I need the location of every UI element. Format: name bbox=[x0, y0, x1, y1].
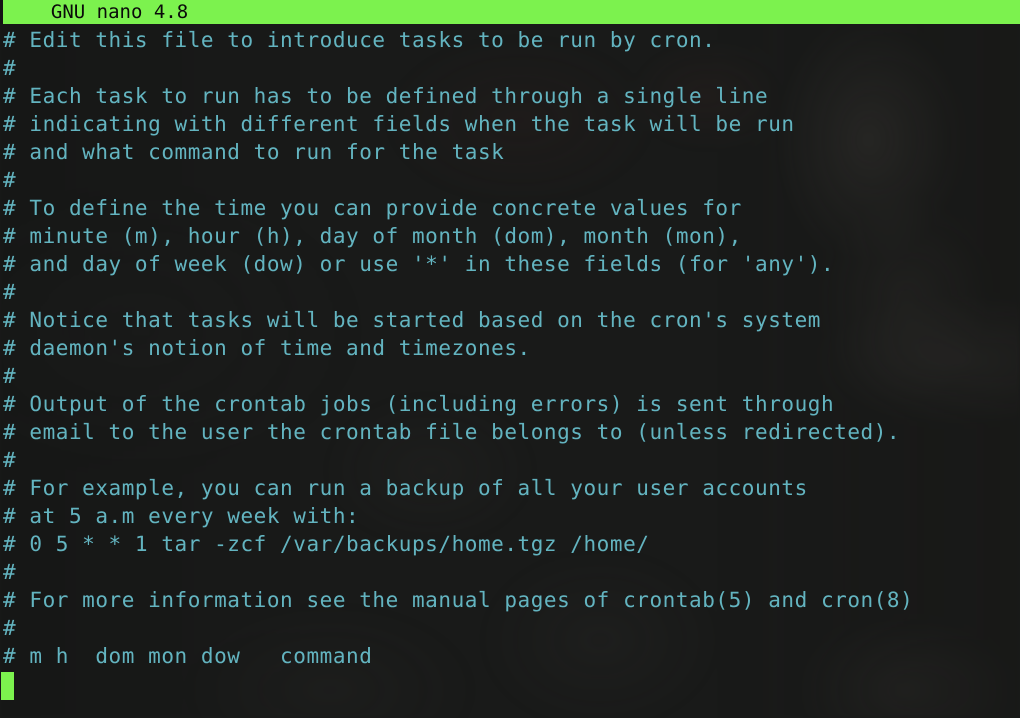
editor-line[interactable]: # For example, you can run a backup of a… bbox=[0, 474, 1020, 502]
editor-line[interactable]: # Output of the crontab jobs (including … bbox=[0, 390, 1020, 418]
editor-line[interactable]: # at 5 a.m every week with: bbox=[0, 502, 1020, 530]
editor-line[interactable]: # Edit this file to introduce tasks to b… bbox=[0, 26, 1020, 54]
editor-line[interactable]: # bbox=[0, 362, 1020, 390]
editor-line[interactable]: # bbox=[0, 614, 1020, 642]
editor-line[interactable]: # and day of week (dow) or use '*' in th… bbox=[0, 250, 1020, 278]
editor-line[interactable]: # bbox=[0, 54, 1020, 82]
nano-title-bar: GNU nano 4.8 bbox=[0, 0, 1020, 24]
editor-line[interactable]: # bbox=[0, 558, 1020, 586]
editor-line[interactable]: # bbox=[0, 166, 1020, 194]
editor-line[interactable]: # minute (m), hour (h), day of month (do… bbox=[0, 222, 1020, 250]
editor-line[interactable]: # email to the user the crontab file bel… bbox=[0, 418, 1020, 446]
editor-line[interactable]: # To define the time you can provide con… bbox=[0, 194, 1020, 222]
text-cursor bbox=[1, 672, 14, 700]
editor-line[interactable]: # 0 5 * * 1 tar -zcf /var/backups/home.t… bbox=[0, 530, 1020, 558]
editor-line[interactable]: # For more information see the manual pa… bbox=[0, 586, 1020, 614]
editor-line[interactable]: # Each task to run has to be defined thr… bbox=[0, 82, 1020, 110]
editor-line[interactable]: # and what command to run for the task bbox=[0, 138, 1020, 166]
editor-line[interactable]: # bbox=[0, 278, 1020, 306]
nano-editor-window: GNU nano 4.8 # Edit this file to introdu… bbox=[0, 0, 1020, 718]
nano-version-title: GNU nano 4.8 bbox=[28, 1, 189, 23]
nano-text-area[interactable]: # Edit this file to introduce tasks to b… bbox=[0, 26, 1020, 698]
editor-line[interactable] bbox=[0, 670, 1020, 698]
editor-line[interactable]: # Notice that tasks will be started base… bbox=[0, 306, 1020, 334]
editor-line[interactable]: # daemon's notion of time and timezones. bbox=[0, 334, 1020, 362]
editor-line[interactable]: # bbox=[0, 446, 1020, 474]
editor-line[interactable]: # m h dom mon dow command bbox=[0, 642, 1020, 670]
editor-line[interactable]: # indicating with different fields when … bbox=[0, 110, 1020, 138]
